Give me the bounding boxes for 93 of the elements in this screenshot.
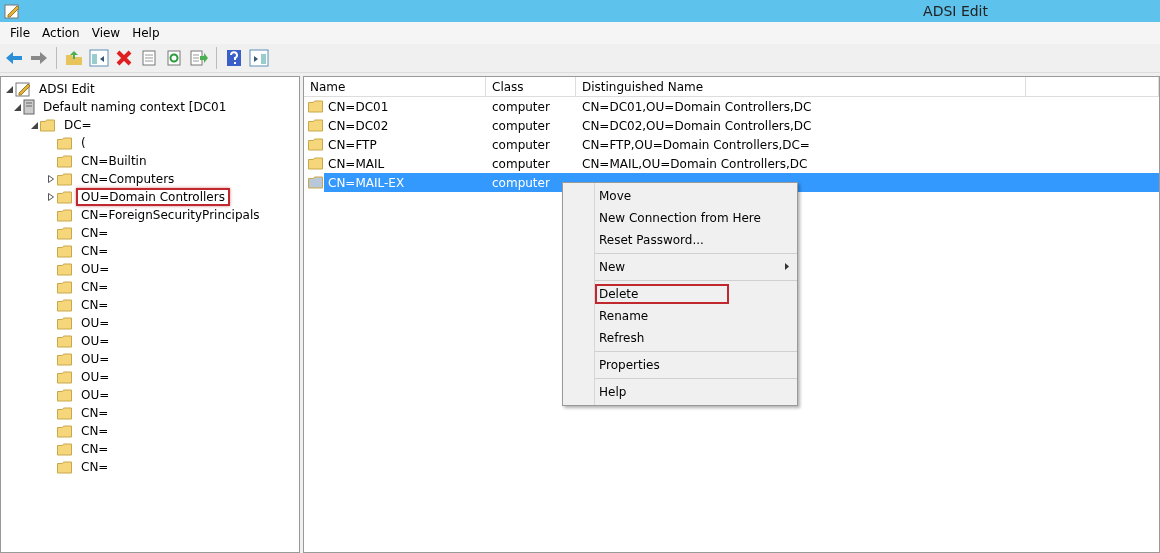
tree-item[interactable]: CN=: [76, 422, 114, 440]
table-cell-text: CN=FTP,OU=Domain Controllers,DC=: [581, 136, 811, 154]
table-cell-text: computer: [491, 155, 551, 173]
server-icon: [23, 99, 35, 115]
table-cell-text: computer: [491, 117, 551, 135]
folder-icon: [57, 388, 73, 402]
tree-item[interactable]: OU=: [76, 386, 115, 404]
menu-item[interactable]: Refresh: [595, 328, 649, 348]
tree-item[interactable]: CN=Computers: [76, 170, 180, 188]
tree-item[interactable]: OU=: [76, 332, 115, 350]
tree-item[interactable]: OU=: [76, 260, 115, 278]
menu-item[interactable]: Reset Password...: [595, 230, 708, 250]
table-cell-text: CN=FTP: [327, 136, 378, 154]
tree-item[interactable]: CN=: [76, 278, 114, 296]
menu-item[interactable]: New: [595, 257, 630, 277]
tree-item[interactable]: CN=: [76, 458, 114, 476]
folder-icon: [57, 172, 73, 186]
tree-item[interactable]: CN=: [76, 404, 114, 422]
table-cell-text: CN=DC01,OU=Domain Controllers,DC: [581, 98, 813, 116]
window-title: ADSI Edit: [923, 3, 988, 19]
tree-item[interactable]: OU=: [76, 350, 115, 368]
folder-icon: [57, 208, 73, 222]
folder-icon: [308, 119, 324, 132]
folder-icon: [308, 176, 324, 189]
folder-icon: [57, 460, 73, 474]
folder-icon: [57, 280, 73, 294]
table-cell: computer: [486, 173, 576, 192]
table-row[interactable]: CN=DC01: [304, 97, 486, 116]
tree-item[interactable]: (: [76, 134, 91, 152]
table-cell-text: CN=MAIL,OU=Domain Controllers,DC: [581, 155, 809, 173]
tree-item[interactable]: OU=: [76, 314, 115, 332]
table-cell-text: CN=DC02,OU=Domain Controllers,DC: [581, 117, 813, 135]
folder-icon: [57, 226, 73, 240]
menu-item[interactable]: Action: [36, 26, 86, 40]
tree-item[interactable]: CN=: [76, 224, 114, 242]
menu-item[interactable]: Delete: [595, 284, 729, 304]
folder-icon: [57, 298, 73, 312]
table-cell-text: CN=DC02: [327, 117, 390, 135]
folder-icon: [57, 424, 73, 438]
table-cell-text: CN=MAIL: [327, 155, 386, 173]
folder-icon: [308, 100, 324, 113]
folder-icon: [308, 138, 324, 151]
expander-icon[interactable]: [45, 173, 57, 185]
tree-item[interactable]: DC=: [59, 116, 97, 134]
folder-icon: [57, 190, 73, 204]
folder-icon: [57, 406, 73, 420]
column-header[interactable]: Class: [486, 77, 576, 97]
column-header[interactable]: Distinguished Name: [576, 77, 1026, 97]
export-list-icon[interactable]: [189, 48, 209, 68]
folder-icon: [57, 442, 73, 456]
tree-item[interactable]: CN=ForeignSecurityPrincipals: [76, 206, 265, 224]
menu-item[interactable]: View: [85, 26, 127, 40]
menu-item[interactable]: Help: [595, 382, 631, 402]
tree-item[interactable]: ADSI Edit: [34, 80, 100, 98]
folder-icon: [57, 370, 73, 384]
folder-icon: [57, 334, 73, 348]
tree-item[interactable]: CN=Builtin: [76, 152, 152, 170]
table-cell-text: computer: [491, 98, 551, 116]
console-tree-icon[interactable]: [89, 48, 109, 68]
table-row[interactable]: CN=MAIL: [304, 154, 486, 173]
folder-icon: [57, 316, 73, 330]
column-header[interactable]: Name: [304, 77, 486, 97]
tree-item[interactable]: OU=: [76, 368, 115, 386]
notepad-icon: [15, 81, 31, 97]
tree-item[interactable]: CN=: [76, 440, 114, 458]
action-pane-icon[interactable]: [249, 48, 269, 68]
delete-icon[interactable]: [114, 48, 134, 68]
folder-icon: [57, 136, 73, 150]
table-row[interactable]: CN=DC02: [304, 116, 486, 135]
tree-item[interactable]: OU=Domain Controllers: [76, 188, 230, 206]
tree-item[interactable]: Default naming context [DC01: [38, 98, 232, 116]
folder-icon: [308, 157, 324, 170]
folder-icon: [57, 352, 73, 366]
table-cell-text: CN=DC01: [327, 98, 390, 116]
tree-item[interactable]: CN=: [76, 296, 114, 314]
table-row[interactable]: CN=FTP: [304, 135, 486, 154]
help-icon[interactable]: [224, 48, 244, 68]
folder-icon: [57, 154, 73, 168]
menu-item[interactable]: New Connection from Here: [595, 208, 765, 228]
expander-icon[interactable]: [45, 191, 57, 203]
menu-item[interactable]: File: [4, 26, 37, 40]
app-icon: [4, 3, 20, 19]
menu-item[interactable]: Properties: [595, 355, 664, 375]
folder-icon: [57, 262, 73, 276]
folder-icon: [40, 118, 56, 132]
submenu-arrow-icon: [785, 262, 789, 272]
menu-item[interactable]: Rename: [595, 306, 653, 326]
menu-item[interactable]: Help: [126, 26, 166, 40]
refresh-icon[interactable]: [164, 48, 184, 68]
menu-item[interactable]: Move: [595, 186, 636, 206]
tree-item[interactable]: CN=: [76, 242, 114, 260]
folder-icon: [57, 244, 73, 258]
table-cell-text: computer: [491, 136, 551, 154]
